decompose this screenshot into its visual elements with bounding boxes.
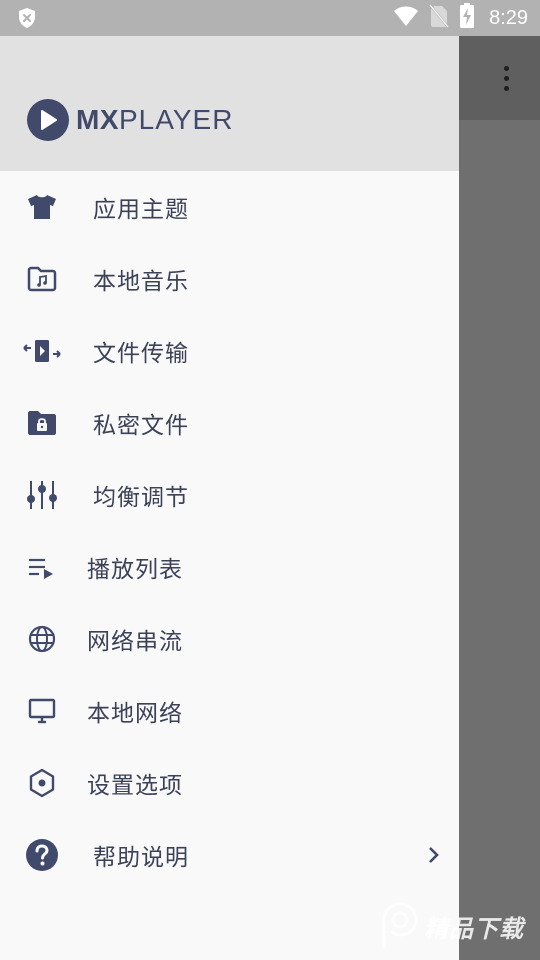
menu-item-label: 私密文件: [93, 413, 189, 439]
menu-item-label: 文件传输: [93, 341, 189, 367]
logo-wordmark: MXPLAYER: [76, 104, 233, 136]
globe-icon: [22, 619, 62, 659]
more-vert-icon[interactable]: [492, 62, 520, 94]
navigation-drawer: MXPLAYER 应用主题 本地音乐 文件传输 私密文件 均衡调节 播放列表 网…: [0, 36, 459, 960]
equalizer-icon: [22, 475, 62, 515]
monitor-icon: [22, 691, 62, 731]
screen: 8:29 MXPLAYER 应用主题 本地音乐 文件传输 私密文件 均衡调节 播…: [0, 0, 540, 960]
menu-item-network-stream[interactable]: 网络串流: [0, 603, 459, 675]
play-logo-icon: [27, 99, 69, 141]
help-circle-icon: [22, 835, 62, 875]
status-time: 8:29: [489, 6, 528, 29]
chevron-right-icon: [422, 843, 446, 867]
hex-settings-icon: [22, 763, 62, 803]
menu-item-label: 帮助说明: [93, 845, 189, 871]
logo-mx: MX: [76, 104, 119, 135]
menu-item-equalizer[interactable]: 均衡调节: [0, 459, 459, 531]
menu-item-theme[interactable]: 应用主题: [0, 171, 459, 243]
menu-item-playlist[interactable]: 播放列表: [0, 531, 459, 603]
wifi-icon: [393, 5, 419, 31]
menu-item-file-transfer[interactable]: 文件传输: [0, 315, 459, 387]
watermark-text: 精品下载: [424, 914, 524, 943]
battery-charging-icon: [459, 3, 475, 33]
menu-item-label: 均衡调节: [93, 485, 189, 511]
file-transfer-icon: [22, 331, 62, 371]
status-bar: 8:29: [0, 0, 540, 36]
menu-item-settings[interactable]: 设置选项: [0, 747, 459, 819]
playlist-icon: [22, 547, 62, 587]
menu-item-label: 本地网络: [87, 701, 183, 727]
menu-item-label: 网络串流: [87, 629, 183, 655]
watermark: 精品下载: [376, 898, 536, 954]
drawer-menu: 应用主题 本地音乐 文件传输 私密文件 均衡调节 播放列表 网络串流 本地网络 …: [0, 171, 459, 891]
menu-item-help[interactable]: 帮助说明: [0, 819, 459, 891]
drawer-header: MXPLAYER: [0, 36, 459, 171]
logo-player: PLAYER: [119, 104, 234, 135]
no-sim-icon: [429, 4, 450, 32]
music-folder-icon: [22, 259, 62, 299]
mx-player-logo: MXPLAYER: [27, 99, 233, 141]
watermark-logo-icon: [382, 902, 418, 949]
menu-item-label: 设置选项: [87, 773, 183, 799]
tshirt-icon: [22, 187, 62, 227]
menu-item-label: 本地音乐: [93, 269, 189, 295]
lock-folder-icon: [22, 403, 62, 443]
menu-item-private-files[interactable]: 私密文件: [0, 387, 459, 459]
menu-item-label: 播放列表: [87, 557, 183, 583]
menu-item-label: 应用主题: [93, 197, 189, 223]
shield-x-icon: [16, 7, 38, 29]
menu-item-local-network[interactable]: 本地网络: [0, 675, 459, 747]
menu-item-local-music[interactable]: 本地音乐: [0, 243, 459, 315]
